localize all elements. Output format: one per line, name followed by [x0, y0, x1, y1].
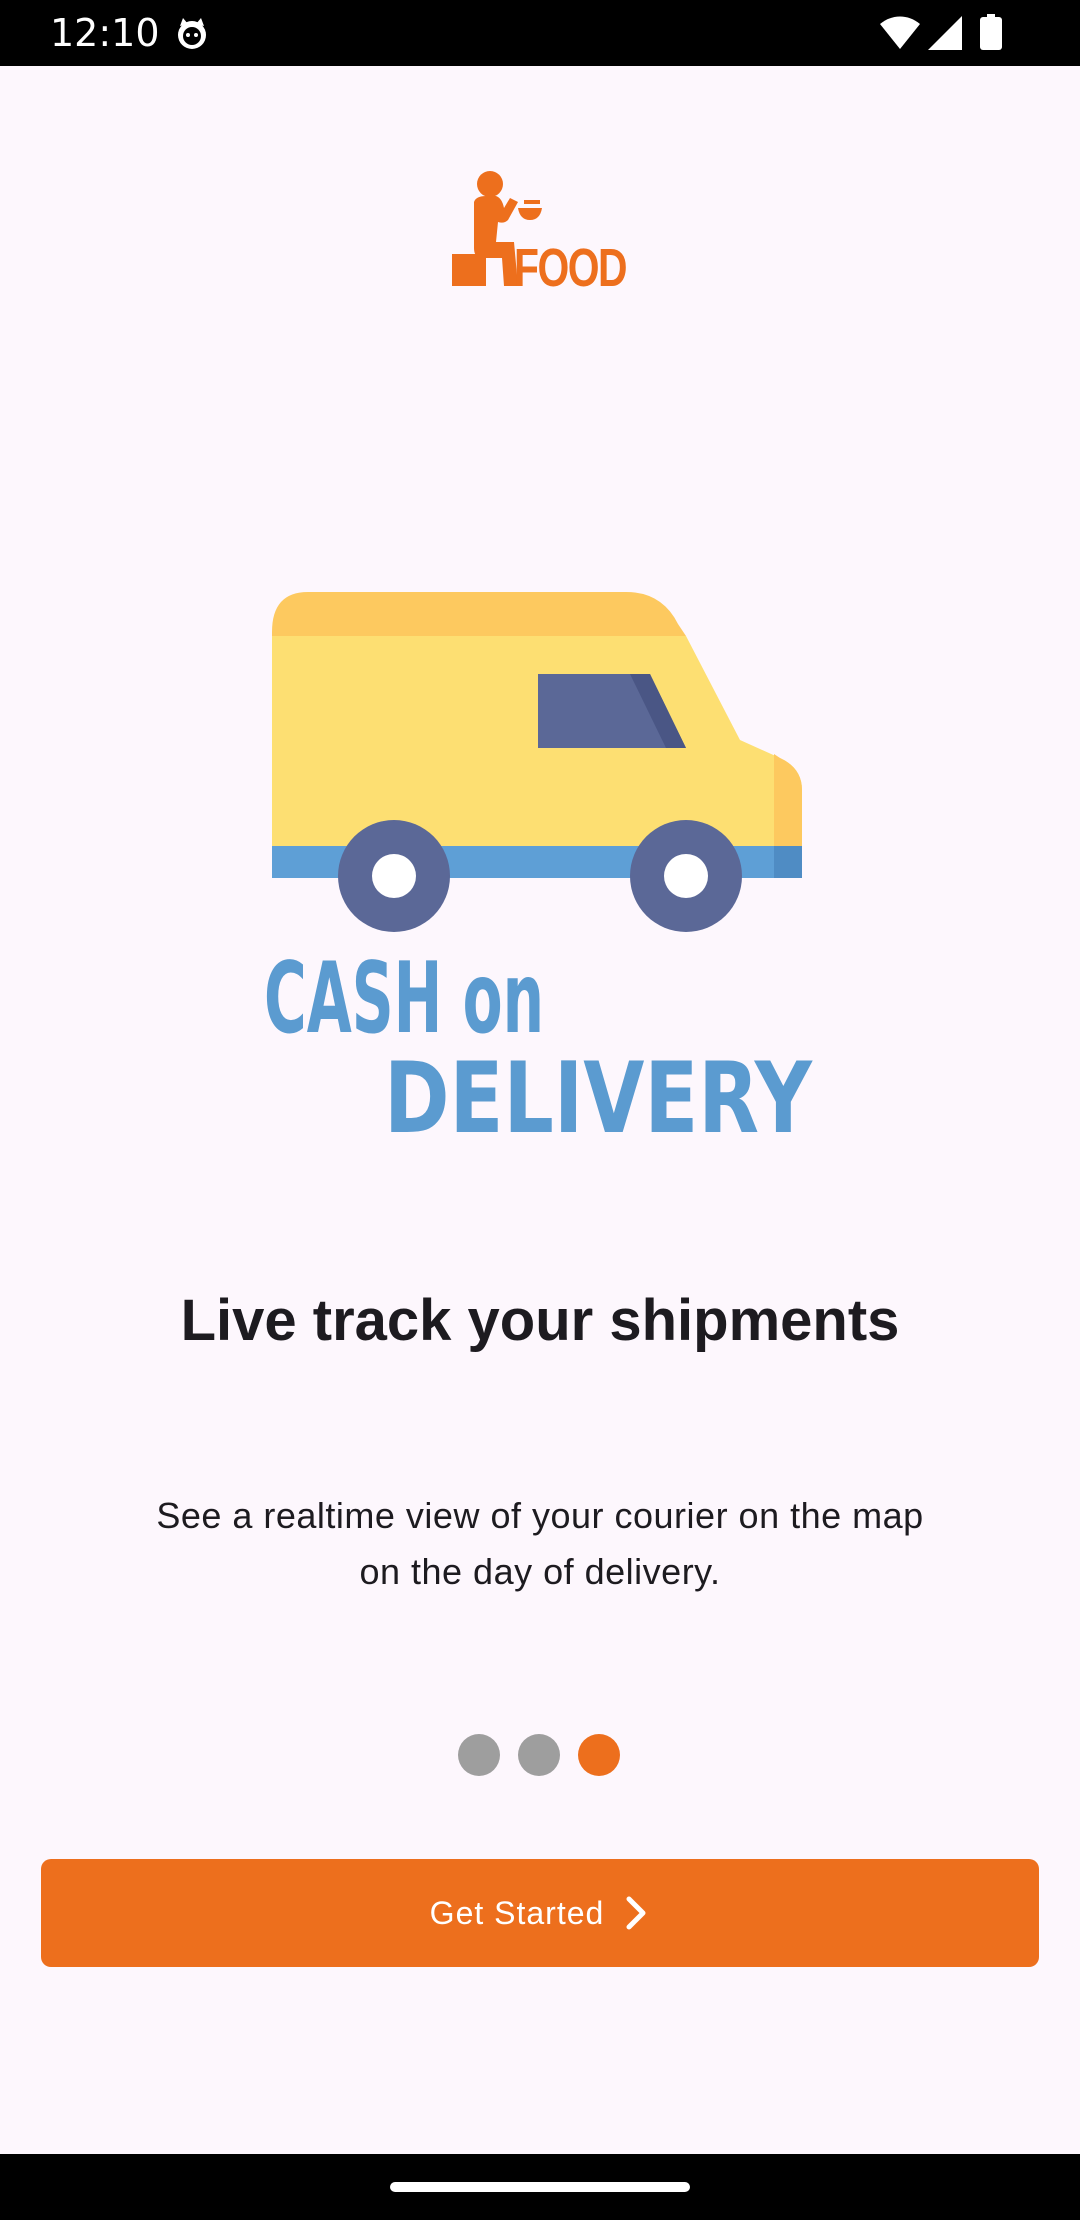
battery-icon: [980, 14, 1002, 50]
chevron-right-icon: [626, 1896, 646, 1930]
logo-text: FOOD: [514, 238, 626, 292]
cash-on-delivery-illustration: CASH on DELIVERY: [264, 592, 813, 1140]
page-indicator: [458, 1734, 622, 1776]
get-started-label: Get Started: [429, 1894, 605, 1931]
onboarding-screen: 12:10 FOOD CASH on DELIVERY Live track y…: [0, 0, 1080, 2220]
illustration-text-delivery: DELIVERY: [384, 1042, 813, 1140]
onboarding-title: Live track your shipments: [180, 1288, 900, 1353]
get-started-button[interactable]: Get Started: [41, 1859, 1039, 1967]
status-time: 12:10: [50, 11, 160, 55]
page-dot-1[interactable]: [458, 1734, 500, 1776]
illustration-text-cash: CASH on: [264, 942, 544, 1056]
page-dot-3-active[interactable]: [578, 1734, 620, 1776]
status-bar: 12:10: [0, 0, 1080, 66]
cat-notification-icon: [178, 18, 206, 49]
wifi-icon: [880, 16, 920, 49]
home-gesture-handle[interactable]: [390, 2182, 690, 2192]
food-logo: FOOD: [452, 171, 628, 292]
page-dot-2[interactable]: [518, 1734, 560, 1776]
signal-icon: [928, 16, 962, 50]
onboarding-description: See a realtime view of your courier on t…: [156, 1495, 924, 1592]
